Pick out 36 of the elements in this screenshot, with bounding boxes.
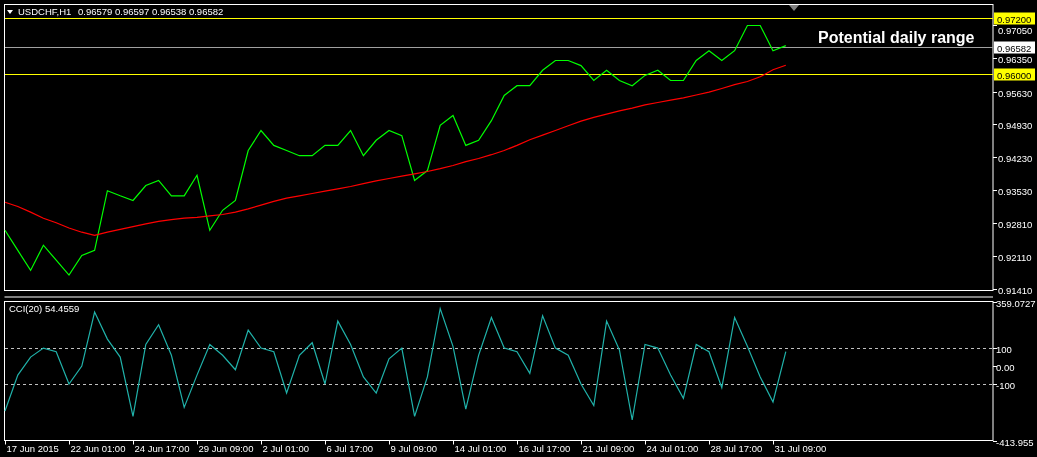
indicator-title: CCI(20) 54.4559 xyxy=(9,303,80,314)
axis-label: -100 xyxy=(996,379,1015,391)
price-tag: 0.97200 xyxy=(994,12,1035,25)
axis-label: 0.94930 xyxy=(998,119,1033,131)
axis-label: 22 Jun 01:00 xyxy=(70,443,126,454)
axis-label: 0.94230 xyxy=(998,152,1033,164)
axis-label: 0.91410 xyxy=(998,284,1033,296)
axis-label: 6 Jul 17:00 xyxy=(326,443,373,454)
axis-label: 24 Jul 01:00 xyxy=(646,443,699,454)
axis-label: 28 Jul 17:00 xyxy=(710,443,763,454)
axis-label: 0.92110 xyxy=(998,251,1032,263)
price-tag: 0.96000 xyxy=(994,68,1035,81)
annotation-text: Potential daily range xyxy=(818,29,975,46)
axis-label: 0.95630 xyxy=(998,87,1033,99)
axis-label: 31 Jul 09:00 xyxy=(774,443,827,454)
axis-label: 16 Jul 17:00 xyxy=(518,443,571,454)
axis-label: 24 Jun 17:00 xyxy=(134,443,190,454)
price-tag: 0.96582 xyxy=(994,41,1035,54)
price-quote: 0.96579 0.96597 0.96538 0.96582 xyxy=(78,6,224,17)
axis-label: 359.0727 xyxy=(996,297,1036,309)
dropdown-triangle-icon[interactable] xyxy=(7,10,13,14)
shift-marker-icon xyxy=(789,5,799,11)
axis-label: 0.96350 xyxy=(998,53,1033,65)
axis-label: 0.97050 xyxy=(998,24,1033,36)
axis-label: 17 Jun 2015 xyxy=(6,443,59,454)
axis-label: -413.955 xyxy=(996,436,1034,448)
axis-label: 14 Jul 01:00 xyxy=(454,443,507,454)
axis-label: 0.93530 xyxy=(998,185,1033,197)
symbol-title: USDCHF,H1 xyxy=(18,6,72,17)
axis-label: 21 Jul 09:00 xyxy=(582,443,635,454)
axis-label: 2 Jul 01:00 xyxy=(262,443,309,454)
axis-label: 0.00 xyxy=(996,361,1015,373)
axis-label: 29 Jun 09:00 xyxy=(198,443,254,454)
axis-label: 0.92810 xyxy=(998,218,1033,230)
axis-label: 9 Jul 09:00 xyxy=(390,443,437,454)
axis-label: 100 xyxy=(996,343,1012,355)
